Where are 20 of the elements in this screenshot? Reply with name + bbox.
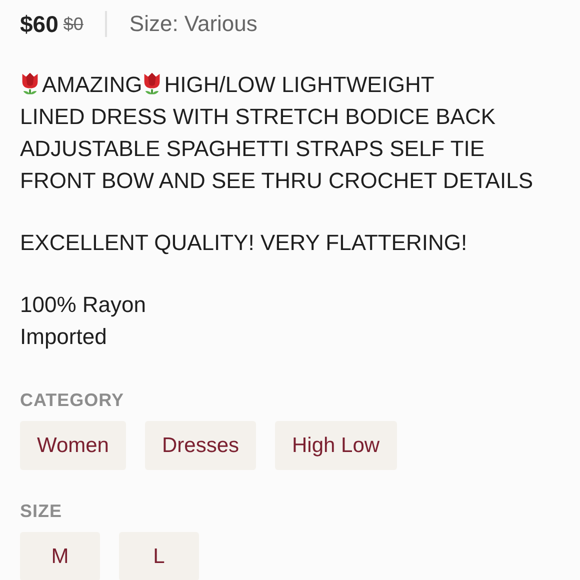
price: $60	[20, 10, 58, 38]
description-text: EXCELLENT QUALITY! VERY FLATTERING!	[20, 230, 468, 255]
tag-chip[interactable]: High Low	[275, 421, 397, 470]
tag-chip[interactable]: Dresses	[144, 421, 256, 470]
tag-chip[interactable]: L	[119, 532, 199, 580]
description-text: Imported	[20, 324, 107, 349]
description-text: LINED DRESS WITH STRETCH BODICE BACK	[20, 104, 496, 129]
description-text: ADJUSTABLE SPAGHETTI STRAPS SELF TIE	[20, 136, 485, 161]
section-heading: SIZE	[20, 500, 64, 522]
size-label: Size: Various	[129, 11, 258, 37]
original-price: $0	[63, 14, 84, 34]
tulip-icon	[20, 71, 40, 96]
description-text: FRONT BOW AND SEE THRU CROCHET DETAILS	[20, 168, 533, 193]
description-text: HIGH/LOW LIGHTWEIGHT	[164, 72, 434, 97]
tag-chip[interactable]: Women	[20, 421, 126, 470]
tulip-icon	[142, 71, 162, 96]
section-heading: CATEGORY	[20, 389, 126, 411]
description-text: 100% Rayon	[20, 292, 146, 317]
description-text: AMAZING	[42, 72, 142, 97]
tag-chip[interactable]: M	[20, 532, 100, 580]
